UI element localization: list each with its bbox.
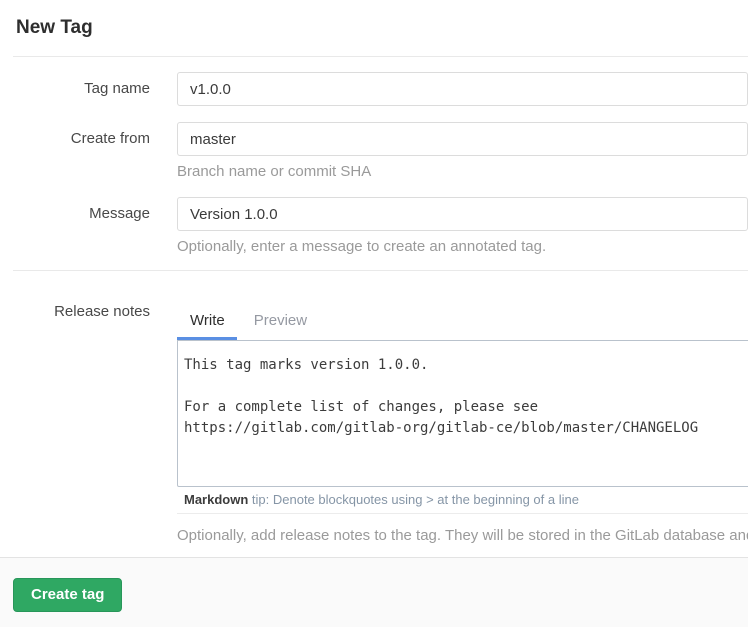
tag-name-label: Tag name [0,72,150,98]
create-tag-button[interactable]: Create tag [13,578,122,612]
tag-name-row: Tag name [0,72,748,106]
markdown-tip-prefix: Markdown [184,492,248,507]
markdown-tip-text: tip: Denote blockquotes using > at the b… [248,492,579,507]
create-from-input[interactable] [177,122,748,156]
create-from-row: Create from Branch name or commit SHA [0,122,748,181]
message-row: Message Optionally, enter a message to c… [0,197,748,256]
message-input[interactable] [177,197,748,231]
section-divider [13,270,748,271]
message-help: Optionally, enter a message to create an… [177,238,748,256]
markdown-tip: Markdown tip: Denote blockquotes using >… [177,487,748,514]
release-notes-textarea[interactable]: This tag marks version 1.0.0. For a comp… [177,340,748,487]
create-from-label: Create from [0,122,150,148]
active-tab-indicator [177,337,237,340]
new-tag-page: New Tag Tag name Create from Branch name… [0,0,748,627]
tag-name-input[interactable] [177,72,748,106]
tab-write[interactable]: Write [177,302,238,340]
write-pane: This tag marks version 1.0.0. For a comp… [177,340,748,487]
create-from-help: Branch name or commit SHA [177,163,748,181]
release-notes-label: Release notes [0,302,150,321]
header-divider [13,56,748,57]
message-label: Message [0,197,150,223]
markdown-tabs: Write Preview [177,302,748,340]
tab-preview[interactable]: Preview [241,302,320,340]
release-notes-row: Release notes Write Preview This tag mar… [0,302,748,545]
release-notes-help: Optionally, add release notes to the tag… [177,527,748,545]
page-title: New Tag [0,0,748,40]
form-actions: Create tag [0,557,748,627]
